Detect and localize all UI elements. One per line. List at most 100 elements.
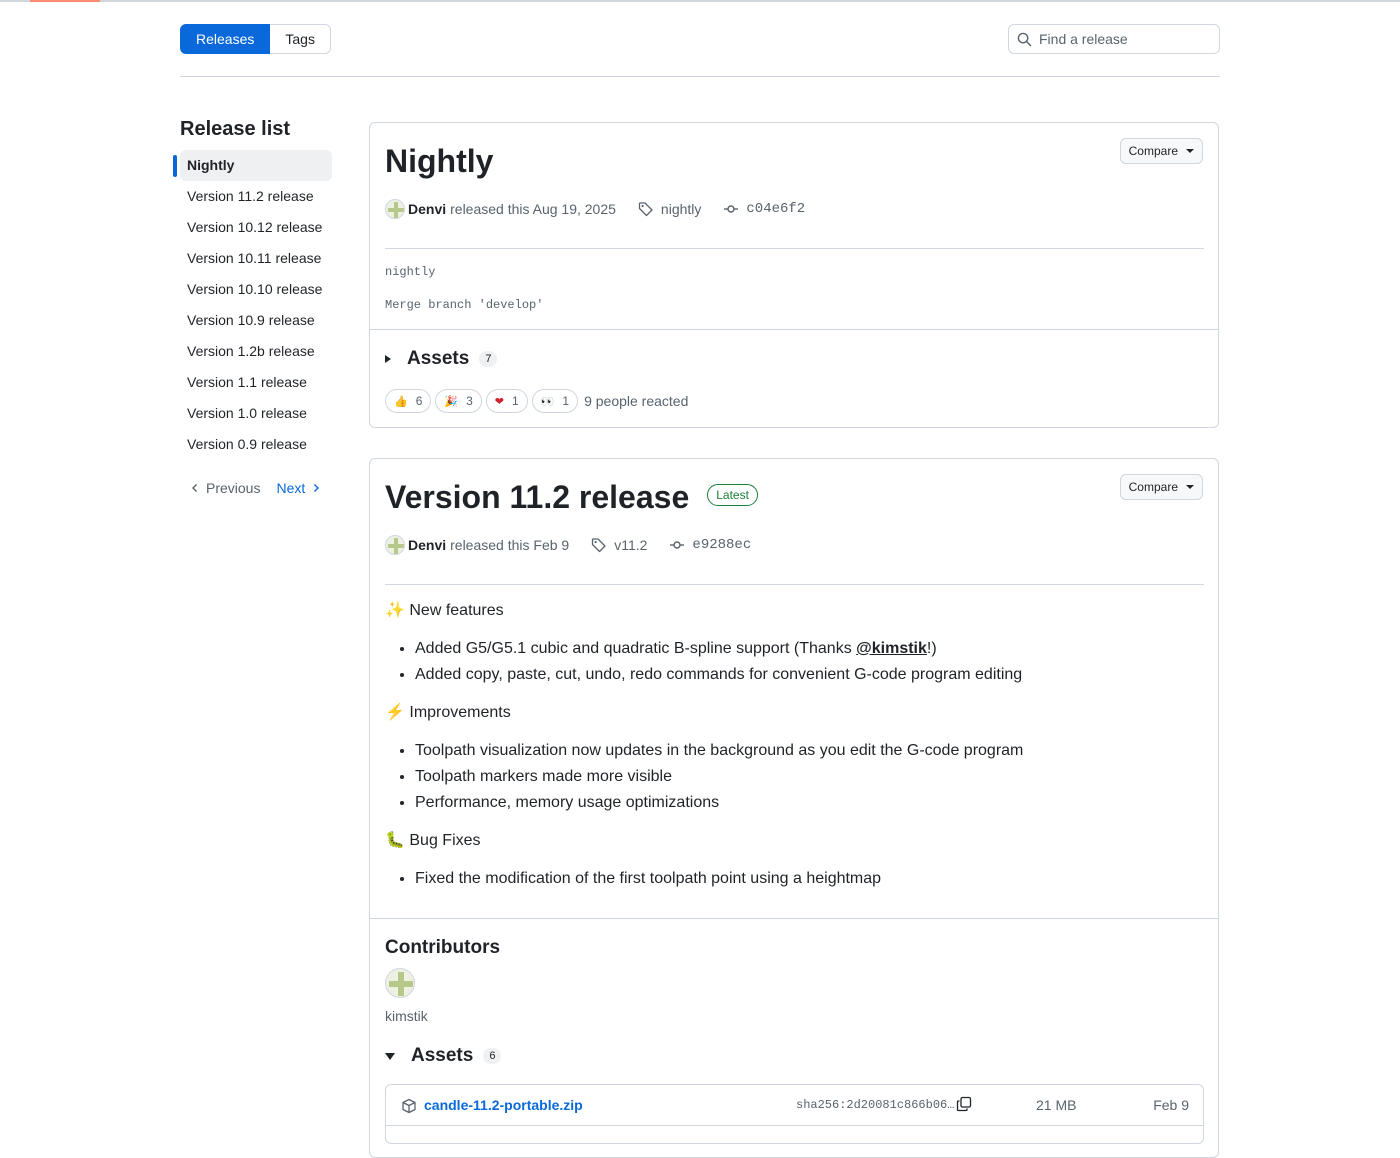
list-item: Fixed the modification of the first tool… [415,866,1204,892]
copy-icon[interactable] [956,1096,972,1117]
release-list: Nightly Version 11.2 release Version 10.… [173,150,332,460]
sidebar-item-nightly[interactable]: Nightly [173,150,332,181]
contributor-avatar[interactable] [385,968,415,998]
sidebar-item-version-11-2[interactable]: Version 11.2 release [180,181,332,212]
sidebar-item-version-10-11[interactable]: Version 10.11 release [180,243,332,274]
sidebar-item-version-1-2b[interactable]: Version 1.2b release [180,336,332,367]
asset-date: Feb 9 [1153,1097,1189,1113]
party-popper-icon: 🎉 [444,395,459,408]
reaction-heart[interactable]: ❤ 1 [485,389,528,413]
assets-toggle[interactable]: Assets 7 [385,348,498,370]
section-divider [370,918,1218,919]
sidebar-item-version-1-0[interactable]: Version 1.0 release [180,398,332,429]
sidebar-item-version-10-9[interactable]: Version 10.9 release [180,305,332,336]
release-notes: ✨ New features Added G5/G5.1 cubic and q… [385,599,1204,905]
tags-tab[interactable]: Tags [270,24,331,54]
assets-count: 6 [483,1048,502,1064]
commit-link[interactable]: c04e6f2 [723,201,805,217]
chevron-left-icon [192,484,197,492]
assets-toggle[interactable]: Assets 6 [385,1045,502,1067]
tag-link[interactable]: v11.2 [591,537,647,553]
release-card-version-11-2: Version 11.2 release Latest Compare Denvi… [369,458,1219,1158]
bug-icon: 🐛 [385,832,405,849]
commit-icon [724,205,739,213]
asset-sha256: sha256:2d20081c866b06… [796,1098,955,1112]
next-button[interactable]: Next [276,480,321,496]
sidebar-item-version-10-12[interactable]: Version 10.12 release [180,212,332,243]
list-item: Added copy, paste, cut, undo, redo comma… [415,662,1204,688]
reaction-count: 3 [466,394,473,408]
release-title[interactable]: Version 11.2 release [385,479,689,515]
release-list-heading: Release list [180,118,291,140]
assets-list: candle-11.2-portable.zip sha256:2d20081c… [385,1084,1204,1144]
asset-download-link[interactable]: candle-11.2-portable.zip [424,1097,583,1113]
commit-icon [670,541,685,549]
feature-list: Added G5/G5.1 cubic and quadratic B-spli… [385,636,1204,688]
assets-heading: Assets [407,348,470,369]
author-link[interactable]: Denvi [408,201,446,217]
release-note-line: nightly [385,265,436,279]
user-mention-link[interactable]: @kimstik [856,640,927,657]
list-item: Added G5/G5.1 cubic and quadratic B-spli… [415,636,1204,662]
caret-down-icon [1186,149,1194,153]
asset-size: 21 MB [1036,1097,1077,1113]
reaction-eyes[interactable]: 👀 1 [531,389,579,413]
asset-row-divider [386,1125,1203,1126]
meta-divider [385,248,1204,249]
release-note-line: Merge branch 'develop' [385,298,544,312]
commit-sha: e9288ec [692,537,752,553]
list-item: Toolpath markers made more visible [415,764,1204,790]
toolbar-divider [180,76,1220,77]
list-item-text: Added G5/G5.1 cubic and quadratic B-spli… [415,640,857,657]
improvement-list: Toolpath visualization now updates in th… [385,738,1204,816]
commit-link[interactable]: e9288ec [669,537,751,553]
released-text: released this Feb 9 [450,537,570,553]
compare-button[interactable]: Compare [1119,474,1203,500]
search-input[interactable] [1039,31,1209,47]
reactions-summary: 9 people reacted [584,393,689,409]
next-label: Next [276,480,306,496]
latest-badge: Latest [707,483,758,506]
assets-count: 7 [479,351,498,367]
contributor-name[interactable]: kimstik [385,1008,428,1024]
heart-icon: ❤ [494,395,504,408]
release-meta: Denvi released this Aug 19, 2025 nightly… [385,199,805,219]
tag-label: nightly [660,201,702,217]
pagination: Previous Next [190,480,321,496]
release-title-row: Version 11.2 release Latest [385,479,758,516]
avatar[interactable] [385,199,405,219]
search-icon [1009,25,1039,53]
reaction-count: 6 [415,394,423,408]
assets-heading: Assets [411,1045,474,1066]
avatar[interactable] [385,535,405,555]
tag-label: v11.2 [614,537,648,553]
sidebar-item-version-1-1[interactable]: Version 1.1 release [180,367,332,398]
section-title: New features [409,602,504,619]
contributors-heading: Contributors [385,937,501,958]
tag-link[interactable]: nightly [638,201,701,217]
section-title: Improvements [409,704,511,721]
tag-icon [592,538,606,553]
compare-button[interactable]: Compare [1119,138,1203,164]
sparkles-icon: ✨ [385,602,405,619]
releases-tags-toggle: Releases Tags [180,24,331,54]
previous-label: Previous [206,480,261,496]
sidebar-item-version-10-10[interactable]: Version 10.10 release [180,274,332,305]
reaction-thumbs-up[interactable]: 👍 6 [385,389,432,413]
release-title[interactable]: Nightly [385,143,493,180]
bugfix-list: Fixed the modification of the first tool… [385,866,1204,892]
releases-tab[interactable]: Releases [180,24,271,54]
caret-down-icon [1186,485,1194,489]
reaction-hooray[interactable]: 🎉 3 [435,389,482,413]
section-heading-new-features: ✨ New features [385,599,1204,623]
release-card-nightly: Nightly Compare Denvi released this Aug … [369,122,1219,428]
chevron-right-icon [314,484,320,492]
list-item: Performance, memory usage optimizations [415,790,1204,816]
meta-divider [385,584,1204,585]
package-icon [401,1098,417,1119]
sidebar-item-version-0-9[interactable]: Version 0.9 release [180,429,332,460]
reaction-count: 1 [512,394,519,408]
list-item-text: !) [926,640,937,657]
reaction-count: 1 [562,394,570,408]
author-link[interactable]: Denvi [408,537,446,553]
